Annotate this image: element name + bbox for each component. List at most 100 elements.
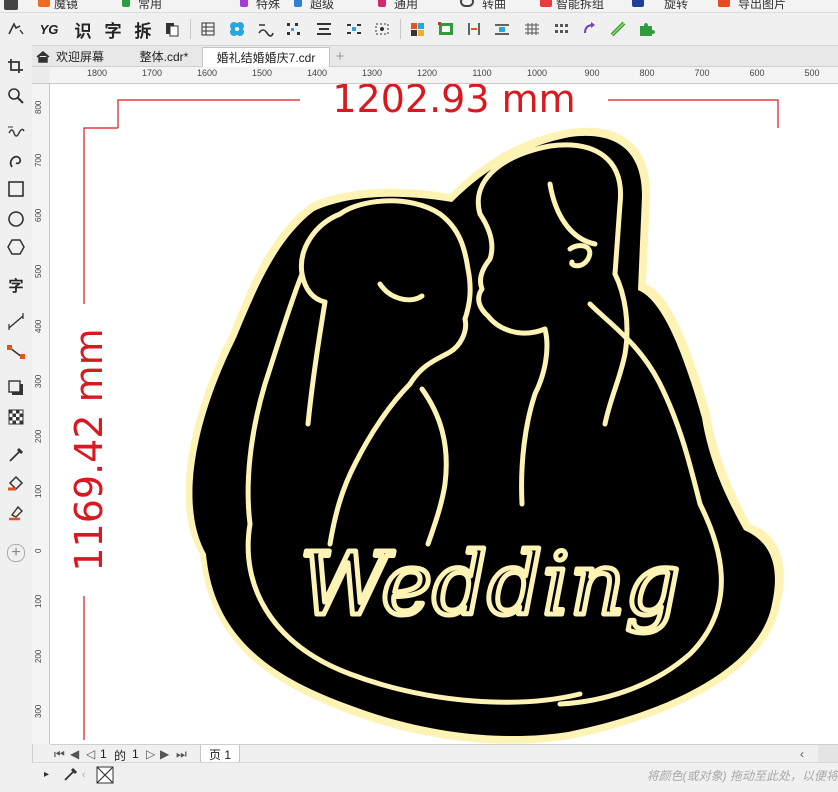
prev-arrow-icon[interactable]: ◁ — [86, 747, 95, 761]
toolbox: 字 + — [0, 13, 33, 791]
total-pages: 1 — [132, 747, 139, 761]
ellipse-tool[interactable] — [4, 208, 28, 230]
artistic-media-icon — [9, 155, 22, 168]
text-button[interactable]: 字 — [102, 19, 124, 41]
smart-fill-tool[interactable] — [4, 501, 28, 523]
prev-page-icon[interactable]: ◀ — [70, 747, 79, 761]
grid-icon — [525, 23, 539, 35]
connector-tool[interactable] — [4, 341, 28, 363]
menu-export-image[interactable]: 导出图片 — [738, 0, 786, 12]
text-tool[interactable]: 字 — [4, 274, 28, 296]
menu-common[interactable]: 常用 — [138, 0, 162, 12]
ruler-h-label: 900 — [584, 68, 600, 78]
wedding-script: Wedding — [300, 535, 680, 635]
palette-eyedropper[interactable] — [62, 765, 78, 786]
menu-super[interactable]: 超级 — [310, 0, 334, 12]
ruler-v-label: 500 — [34, 264, 43, 278]
menu-rotate[interactable]: 旋转 — [664, 0, 688, 12]
height-adjust-icon — [495, 24, 509, 35]
eyedropper-tool[interactable] — [4, 443, 28, 465]
magic-mirror-icon — [38, 0, 50, 7]
next-arrow-icon[interactable]: ▷ — [146, 747, 155, 761]
general-icon — [378, 0, 386, 7]
add-icon: + — [7, 544, 25, 562]
ruler-origin[interactable] — [32, 67, 51, 84]
ruler-h-label: 1000 — [526, 68, 548, 78]
transparency-tool[interactable] — [4, 406, 28, 428]
redo-transform-button[interactable] — [580, 19, 600, 39]
interactive-fill-tool[interactable] — [4, 472, 28, 494]
super-icon — [294, 0, 302, 7]
curve-button[interactable] — [256, 19, 276, 39]
new-tab-button[interactable]: + — [332, 47, 348, 66]
drop-shadow-tool[interactable] — [4, 376, 28, 398]
no-color-swatch[interactable] — [96, 766, 114, 787]
ruler-v-label: 300 — [34, 374, 43, 388]
nodes-icon — [287, 23, 300, 35]
yg-button[interactable]: YG — [38, 19, 60, 39]
distribute-button[interactable] — [344, 19, 364, 39]
menu-general[interactable]: 通用 — [394, 0, 418, 12]
zoom-tool[interactable] — [4, 84, 28, 106]
ruler-v-label: 100 — [34, 484, 43, 498]
scroll-left-icon[interactable]: ‹ — [800, 747, 804, 761]
table-button[interactable] — [198, 19, 218, 39]
first-page-icon[interactable]: ⏮ — [54, 747, 65, 762]
select-box-button[interactable] — [372, 19, 392, 39]
puzzle-button[interactable] — [636, 19, 656, 39]
menu-magic-mirror[interactable]: 魔镜 — [54, 0, 78, 12]
polygon-tool[interactable] — [4, 236, 28, 258]
tab-overall-cdr[interactable]: 整体.cdr* — [128, 47, 200, 66]
clipboard-button[interactable] — [162, 19, 182, 39]
drawing-canvas[interactable]: Wedding 1202.93 mm 1169.42 mm — [50, 84, 838, 744]
palette-expand-icon[interactable]: ▸ — [44, 769, 49, 780]
recognize-button[interactable]: 识 — [72, 19, 94, 41]
grid-button[interactable] — [522, 19, 542, 39]
export-image-icon — [718, 0, 730, 7]
ruler-h-label: 700 — [694, 68, 710, 78]
transparency-icon — [8, 409, 24, 425]
crop-tool[interactable] — [4, 55, 28, 77]
top-menu-bar: 魔镜 常用 特殊 超级 通用 转曲 智能拆组 旋转 导出图片 — [0, 0, 838, 13]
freehand-icon — [8, 126, 25, 137]
freehand-tool[interactable] — [4, 119, 28, 141]
menu-special[interactable]: 特殊 — [256, 0, 280, 12]
freehand-pick-tool[interactable] — [4, 18, 28, 40]
ruler-v-label: 600 — [34, 208, 43, 222]
drop-shadow-icon — [8, 380, 23, 395]
nodes-button[interactable] — [284, 19, 304, 39]
align-button[interactable] — [314, 19, 334, 39]
horizontal-scrollbar[interactable] — [818, 745, 838, 762]
split-button[interactable]: 拆 — [132, 19, 154, 41]
ruler-h-label: 1500 — [251, 68, 273, 78]
vertical-ruler[interactable]: 800 700 600 500 400 300 200 100 0 100 200 300 — [32, 84, 50, 744]
select-arrow-icon[interactable] — [4, 0, 18, 10]
width-dimension-line: 1202.93 mm — [117, 84, 779, 128]
palette-scroll-left-icon[interactable]: ‹ — [82, 769, 86, 781]
height-dimension-line: 1169.42 mm — [64, 127, 118, 740]
weld-button[interactable] — [226, 19, 248, 39]
color-blocks-button[interactable] — [408, 19, 428, 39]
next-page-icon[interactable]: ▶ — [160, 747, 169, 761]
width-adjust-button[interactable] — [464, 19, 484, 39]
parallel-dimension-tool[interactable] — [4, 311, 28, 333]
ruler-h-label: 1200 — [416, 68, 438, 78]
tab-welcome-screen[interactable]: 欢迎屏幕 — [32, 47, 122, 66]
ruler-v-label: 400 — [34, 319, 43, 333]
page-navigator: ⏮ ◀ ◁ 1 的 1 ▷ ▶ ⏭ 页 1 ‹ — [50, 744, 838, 765]
horizontal-ruler[interactable]: 1800 1700 1600 1500 1400 1300 1200 1100 1000 900 8… — [50, 67, 838, 84]
last-page-icon[interactable]: ⏭ — [176, 747, 187, 762]
matrix-button[interactable] — [552, 19, 572, 39]
add-tool-button[interactable]: + — [4, 542, 28, 564]
frame-button[interactable] — [436, 19, 456, 39]
menu-smart-split[interactable]: 智能拆组 — [556, 0, 604, 12]
rectangle-tool[interactable] — [4, 178, 28, 200]
tab-wedding-cdr[interactable]: 婚礼结婚婚庆7.cdr — [202, 47, 330, 67]
height-adjust-button[interactable] — [492, 19, 512, 39]
ruler-v-label: 800 — [34, 100, 43, 114]
menu-convert-curve[interactable]: 转曲 — [482, 0, 506, 12]
cut-tool-button[interactable] — [608, 19, 628, 39]
artistic-media-tool[interactable] — [4, 149, 28, 171]
ruler-v-label: 200 — [34, 649, 43, 663]
smart-split-icon — [540, 0, 552, 7]
